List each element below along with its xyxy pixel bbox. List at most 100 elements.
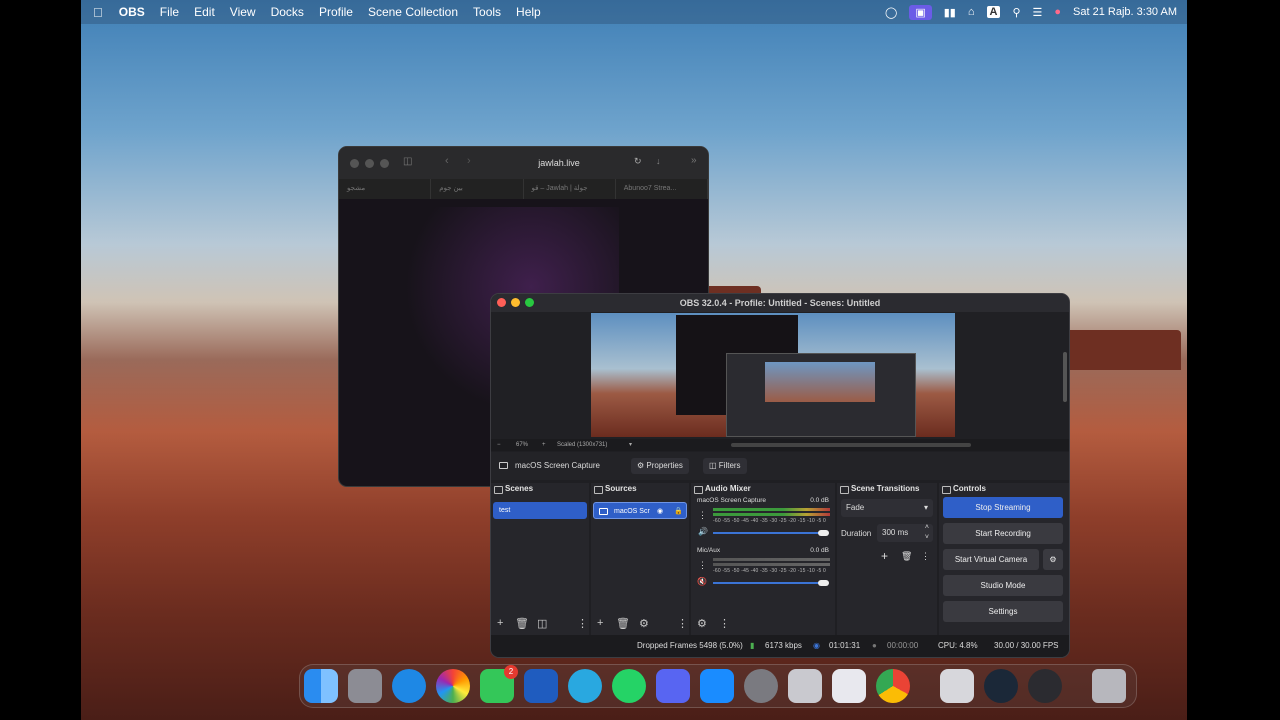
- zoom-button[interactable]: [380, 159, 389, 168]
- menu-tools[interactable]: Tools: [473, 5, 501, 19]
- lock-icon[interactable]: 🔒: [674, 503, 683, 520]
- menu-edit[interactable]: Edit: [194, 5, 215, 19]
- channel-menu-icon[interactable]: ⋮: [698, 510, 707, 521]
- minimize-button[interactable]: [365, 159, 374, 168]
- obs-status-icon[interactable]: ◯: [885, 6, 897, 19]
- parallels-icon[interactable]: [832, 669, 866, 703]
- volume-slider[interactable]: [713, 582, 823, 584]
- visibility-eye-icon[interactable]: ◉: [657, 503, 663, 520]
- menubar-clock[interactable]: Sat 21 Rajb. 3:30 AM: [1073, 6, 1177, 18]
- source-settings-icon[interactable]: ⚙: [639, 617, 649, 630]
- zoom-in-icon[interactable]: +: [542, 439, 546, 451]
- reload-icon[interactable]: ↻: [634, 156, 642, 167]
- filters-button[interactable]: ◫ Filters: [703, 458, 747, 474]
- scene-item[interactable]: test: [493, 502, 587, 519]
- zoom-out-icon[interactable]: −: [497, 439, 501, 451]
- add-scene-icon[interactable]: +: [497, 617, 503, 629]
- speaker-icon[interactable]: 🔊: [698, 527, 708, 536]
- record-icon: ●: [872, 641, 877, 650]
- steam-icon[interactable]: [984, 669, 1018, 703]
- stepper-down-icon[interactable]: ˅: [925, 529, 929, 547]
- menu-docks[interactable]: Docks: [271, 5, 304, 19]
- start-virtual-camera-button[interactable]: Start Virtual Camera: [943, 549, 1039, 570]
- menu-file[interactable]: File: [160, 5, 179, 19]
- start-recording-button[interactable]: Start Recording: [943, 523, 1063, 544]
- browser-tab[interactable]: مشجو: [339, 179, 432, 199]
- address-bar[interactable]: jawlah.live: [489, 154, 629, 172]
- menu-scene-collection[interactable]: Scene Collection: [368, 5, 458, 19]
- stop-streaming-button[interactable]: Stop Streaming: [943, 497, 1063, 518]
- download-icon[interactable]: ↓: [656, 156, 661, 166]
- muted-speaker-icon[interactable]: 🔇: [697, 577, 707, 586]
- control-center-icon[interactable]: ☰: [1033, 6, 1043, 19]
- wifi-icon[interactable]: ⌂: [968, 6, 975, 18]
- source-more-icon[interactable]: ⋮: [677, 617, 688, 630]
- preview-hscrollbar[interactable]: [731, 443, 971, 447]
- program-preview[interactable]: [491, 312, 1069, 439]
- sidebar-toggle-icon[interactable]: ◫: [403, 156, 412, 167]
- menu-view[interactable]: View: [230, 5, 256, 19]
- menu-help[interactable]: Help: [516, 5, 541, 19]
- trash-icon[interactable]: [1092, 669, 1126, 703]
- settings-button[interactable]: Settings: [943, 601, 1063, 622]
- volume-slider-knob[interactable]: [818, 530, 829, 536]
- finder-icon[interactable]: [304, 669, 338, 703]
- scene-filters-icon[interactable]: ◫: [537, 617, 547, 630]
- browser-tab[interactable]: Abunoo7 Strea...: [616, 179, 708, 199]
- remove-scene-icon[interactable]: 🗑: [515, 617, 529, 630]
- transition-select[interactable]: Fade ▾: [841, 499, 933, 517]
- scene-more-icon[interactable]: ⋮: [577, 617, 588, 630]
- close-button[interactable]: [497, 298, 506, 307]
- input-source-icon[interactable]: A: [986, 6, 1001, 18]
- advanced-audio-icon[interactable]: ⚙: [697, 617, 707, 630]
- telegram-icon[interactable]: [568, 669, 602, 703]
- obs-icon[interactable]: [1028, 669, 1062, 703]
- app-menu-obs[interactable]: OBS: [119, 5, 145, 19]
- volume-slider[interactable]: [713, 532, 823, 534]
- spotlight-search-icon[interactable]: ⚲: [1012, 6, 1020, 19]
- channel-menu-icon[interactable]: ⋮: [698, 560, 707, 571]
- remove-source-icon[interactable]: 🗑: [616, 617, 630, 630]
- photos-icon[interactable]: [436, 669, 470, 703]
- volume-slider-knob[interactable]: [818, 580, 829, 586]
- minimize-button[interactable]: [511, 298, 520, 307]
- app-store-icon[interactable]: [700, 669, 734, 703]
- iphone-mirroring-icon[interactable]: [788, 669, 822, 703]
- duration-stepper[interactable]: 300 ms ˄ ˅: [877, 524, 933, 542]
- audio-mixer-footer: ⚙ ⋮: [691, 617, 835, 633]
- obs-window[interactable]: OBS 32.0.4 - Profile: Untitled - Scenes:…: [490, 293, 1070, 658]
- studio-mode-button[interactable]: Studio Mode: [943, 575, 1063, 596]
- mixer-more-icon[interactable]: ⋮: [719, 617, 730, 630]
- system-settings-icon[interactable]: [744, 669, 778, 703]
- discord-icon[interactable]: [656, 669, 690, 703]
- scale-dropdown-icon[interactable]: ▾: [629, 439, 632, 451]
- siri-icon[interactable]: ●: [1054, 6, 1061, 18]
- forward-icon[interactable]: ›: [467, 155, 471, 167]
- chrome-icon[interactable]: [876, 669, 910, 703]
- facetime-icon[interactable]: 2: [480, 665, 518, 703]
- transition-more-icon[interactable]: ⋮: [921, 551, 930, 562]
- source-item[interactable]: macOS Scr ◉ 🔒: [593, 502, 687, 519]
- more-tabs-icon[interactable]: »: [691, 155, 697, 166]
- add-source-icon[interactable]: +: [597, 617, 603, 629]
- zoom-button[interactable]: [525, 298, 534, 307]
- apple-menu-icon[interactable]: : [93, 5, 103, 20]
- properties-button[interactable]: ⚙ Properties: [631, 458, 689, 474]
- virtual-camera-settings-icon[interactable]: ⚙: [1043, 549, 1063, 570]
- mixer-channel: Mic/Aux 0.0 dB: [697, 547, 829, 554]
- back-icon[interactable]: ‹: [445, 155, 449, 167]
- close-button[interactable]: [350, 159, 359, 168]
- menu-profile[interactable]: Profile: [319, 5, 353, 19]
- launchpad-icon[interactable]: [348, 669, 382, 703]
- preview-scrollbar[interactable]: [1063, 352, 1067, 402]
- screen-share-icon[interactable]: ▣: [909, 4, 932, 20]
- automator-icon[interactable]: [940, 669, 974, 703]
- remove-transition-icon[interactable]: 🗑: [901, 551, 912, 562]
- add-transition-icon[interactable]: +: [881, 549, 888, 563]
- word-icon[interactable]: [524, 669, 558, 703]
- whatsapp-icon[interactable]: [612, 669, 646, 703]
- battery-icon[interactable]: ▮▮: [944, 6, 956, 19]
- browser-tab[interactable]: قو – Jawlah | جولة: [524, 179, 616, 199]
- safari-icon[interactable]: [392, 669, 426, 703]
- browser-tab[interactable]: بين جوم: [431, 179, 524, 199]
